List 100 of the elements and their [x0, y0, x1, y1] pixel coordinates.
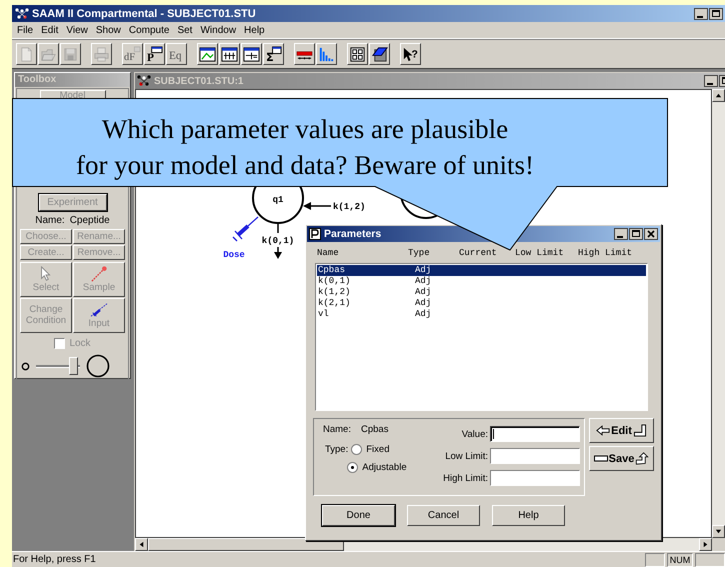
toolbar-button[interactable] [197, 43, 218, 65]
scroll-up-button[interactable] [712, 89, 725, 102]
menu-item[interactable]: Show [92, 24, 126, 36]
table-icon [243, 46, 260, 62]
radio-button[interactable] [347, 462, 358, 473]
menu-item[interactable]: Set [174, 24, 198, 36]
lock-label: Lock [69, 338, 91, 349]
toolbar-button[interactable] [369, 43, 390, 65]
grid-icon [349, 46, 366, 62]
menu-item[interactable]: Window [197, 24, 242, 36]
edit-button[interactable]: Edit [589, 418, 654, 443]
name-label: Name: [323, 424, 351, 435]
maximize-icon[interactable] [709, 8, 723, 20]
field-label: Value: [462, 428, 488, 440]
experiment-name: Cpeptide [70, 215, 110, 226]
radio-button[interactable] [351, 444, 362, 455]
panel-title: Toolbox [15, 73, 130, 87]
flow-arrow [274, 247, 282, 259]
flow-label: k(1,2) [333, 202, 366, 212]
return-arrow-icon [632, 424, 647, 437]
callout-text: for your model and data? Beware of units! [76, 149, 534, 182]
toolbar-button[interactable] [241, 43, 262, 65]
table-icon [221, 46, 238, 62]
minimize-icon[interactable] [614, 228, 628, 240]
radio-label[interactable]: Fixed [366, 444, 390, 455]
toolbar-button[interactable] [219, 43, 240, 65]
notebook-icon [371, 46, 388, 62]
vertical-scrollbar[interactable] [712, 89, 725, 538]
column-header: Type [408, 248, 430, 258]
plot-icon [199, 46, 216, 62]
flow-label: k(0,1) [262, 236, 294, 246]
lock-checkbox[interactable] [54, 338, 66, 349]
save-button[interactable]: Save [589, 446, 654, 471]
menu-item[interactable]: Edit [38, 24, 64, 36]
compartment-label: q1 [272, 195, 284, 205]
parameter-row[interactable]: Cpbas Adj [317, 265, 646, 276]
down-triangle-icon [715, 528, 722, 535]
field-label: High Limit: [443, 472, 488, 484]
status-text: For Help, press F1 [12, 554, 96, 565]
network-icon [15, 8, 29, 20]
maximize-icon[interactable] [629, 228, 643, 240]
window-title: SAAM II Compartmental - SUBJECT01.STU [32, 8, 256, 20]
up-arrow-icon [635, 452, 650, 465]
parameter-row[interactable]: k(0,1) Adj [317, 276, 646, 287]
parameters-icon [309, 228, 321, 240]
dialog-title: Parameters [324, 228, 382, 240]
syringe-icon [89, 302, 109, 318]
menu-item[interactable]: Help [241, 24, 270, 36]
slider-thumb[interactable] [69, 357, 78, 375]
status-panel [645, 552, 665, 566]
input-field[interactable] [490, 470, 580, 486]
radio-label[interactable]: Adjustable [362, 462, 407, 473]
column-header: Current [459, 248, 497, 258]
scroll-left-button[interactable] [135, 538, 148, 551]
flow-line [277, 223, 279, 233]
right-triangle-icon [702, 541, 709, 548]
column-header: Low Limit [515, 248, 564, 258]
dialog-button[interactable]: Done [322, 505, 395, 526]
up-triangle-icon [715, 92, 722, 99]
left-triangle-icon [138, 541, 145, 548]
parameter-row[interactable]: k(2,1) Adj [317, 298, 646, 309]
scroll-down-button[interactable] [712, 525, 725, 538]
name-label: Name: [35, 215, 65, 226]
close-icon[interactable] [644, 228, 658, 240]
flow-arrow [303, 202, 331, 210]
dialog-button[interactable]: Cancel [407, 505, 480, 526]
callout-text: Which parameter values are plausible [102, 113, 508, 146]
status-panel [695, 552, 725, 566]
parameter-row[interactable]: k(1,2) Adj [317, 287, 646, 298]
field-label: Low Limit: [445, 450, 488, 462]
column-header: Name [317, 248, 339, 258]
toolbar-button[interactable] [294, 43, 315, 65]
left-arrow-icon [596, 424, 610, 437]
scroll-thumb[interactable] [148, 538, 344, 551]
parameter-name: Cpbas [360, 424, 388, 435]
input-field[interactable] [490, 426, 580, 442]
input-field[interactable] [490, 448, 580, 464]
menu-item[interactable]: Compute [126, 24, 174, 36]
small-circle-icon [20, 362, 30, 370]
dialog-button[interactable]: Help [492, 505, 565, 526]
toolbar-button[interactable] [316, 43, 337, 65]
status-indicator: NUM [667, 552, 693, 566]
menu-item[interactable]: View [63, 24, 93, 36]
parameter-row[interactable]: vl Adj [317, 309, 646, 320]
menu-item[interactable]: File [14, 24, 38, 36]
printer-icon [93, 46, 110, 62]
floppy-icon [62, 46, 79, 62]
bar-chart-icon [318, 46, 335, 62]
type-label: Type: [324, 444, 348, 457]
column-header: High Limit [578, 248, 632, 258]
toolbar-button[interactable] [347, 43, 368, 65]
network-icon [137, 75, 151, 87]
document-title: SUBJECT01.STU:1 [154, 76, 244, 86]
scroll-right-button[interactable] [699, 538, 712, 551]
syringe-icon [232, 216, 258, 242]
sample-probe-icon [89, 266, 109, 282]
minimize-icon[interactable] [694, 8, 708, 20]
large-circle-icon [86, 354, 110, 378]
size-slider[interactable] [36, 357, 80, 375]
input-label: Dose [223, 250, 245, 260]
